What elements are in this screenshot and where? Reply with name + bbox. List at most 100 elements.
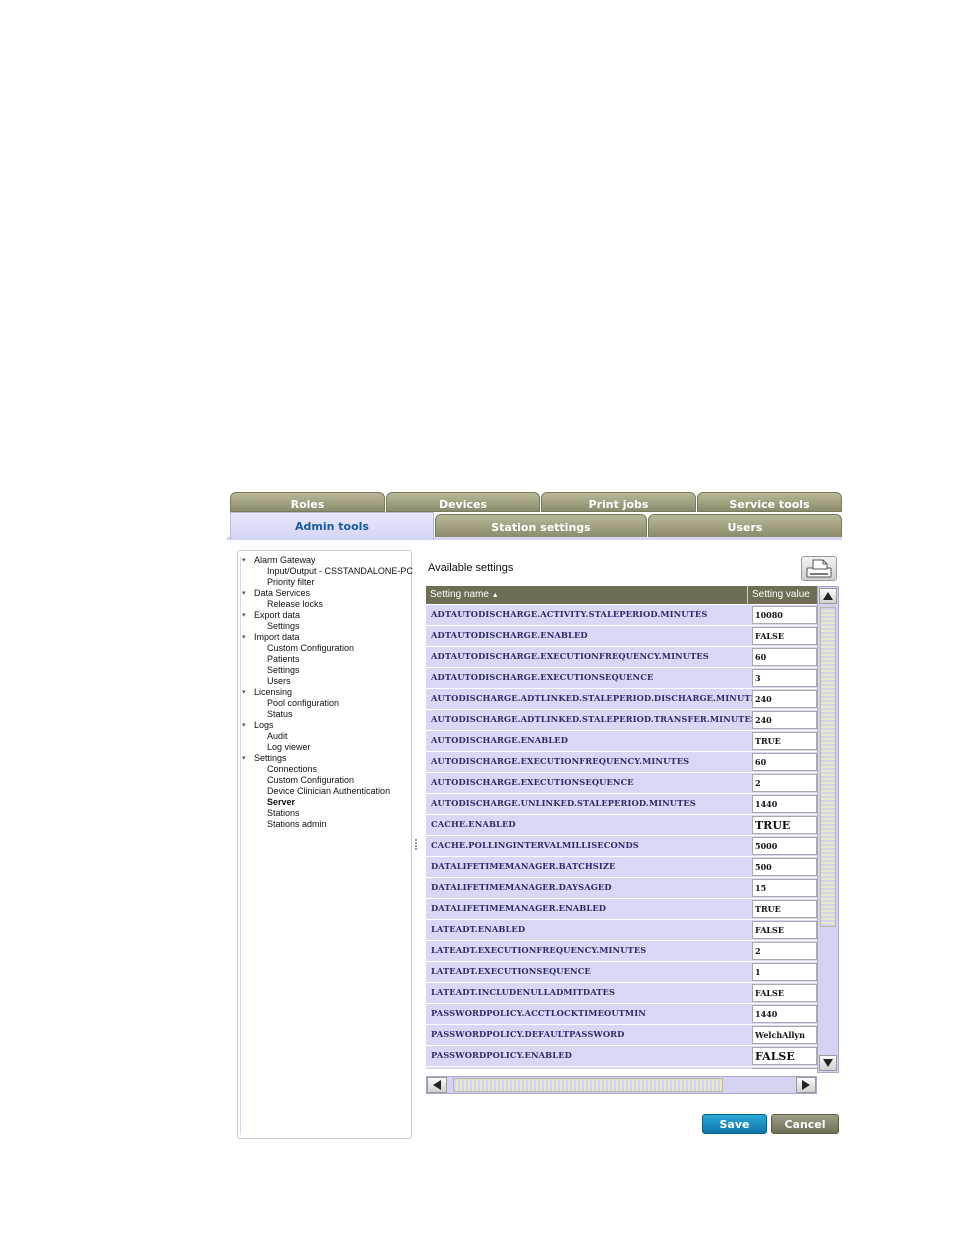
- table-row[interactable]: PASSWORDPOLICY.EXPIRATIONINDAYS90: [426, 1067, 817, 1069]
- expand-arrow-icon[interactable]: ▾: [242, 555, 252, 566]
- tree-item[interactable]: Stations admin: [242, 819, 413, 830]
- table-row[interactable]: AUTODISCHARGE.EXECUTIONFREQUENCY.MINUTES…: [426, 752, 817, 773]
- expand-arrow-icon[interactable]: ▾: [242, 753, 252, 764]
- tree-item[interactable]: Pool configuration: [242, 698, 413, 709]
- column-divider[interactable]: [747, 586, 748, 604]
- tree-group[interactable]: ▾ Alarm Gateway: [242, 555, 413, 566]
- scroll-up-button[interactable]: [819, 588, 837, 604]
- table-row[interactable]: LATEADT.EXECUTIONFREQUENCY.MINUTES 2: [426, 941, 817, 962]
- expand-arrow-icon[interactable]: ▾: [242, 610, 252, 621]
- tab-station-settings[interactable]: Station settings: [435, 514, 647, 538]
- tree-item[interactable]: Patients: [242, 654, 413, 665]
- setting-value-field[interactable]: 2: [752, 942, 817, 960]
- tree-group[interactable]: ▾ Logs: [242, 720, 413, 731]
- setting-value-field[interactable]: 2: [752, 774, 817, 792]
- tab-print-jobs[interactable]: Print jobs: [541, 492, 696, 512]
- setting-value-field[interactable]: 3: [752, 669, 817, 687]
- expand-arrow-icon[interactable]: ▾: [242, 588, 252, 599]
- tab-service-tools[interactable]: Service tools: [697, 492, 842, 512]
- tree-item[interactable]: Settings: [242, 665, 413, 676]
- table-row[interactable]: ADTAUTODISCHARGE.ACTIVITY.STALEPERIOD.MI…: [426, 605, 817, 626]
- scroll-down-button[interactable]: [819, 1055, 837, 1071]
- setting-value-field[interactable]: 15: [752, 879, 817, 897]
- vertical-scroll-thumb[interactable]: [820, 607, 836, 927]
- table-row[interactable]: AUTODISCHARGE.UNLINKED.STALEPERIOD.MINUT…: [426, 794, 817, 815]
- expand-arrow-icon[interactable]: ▾: [242, 632, 252, 643]
- tree-group[interactable]: ▾ Export data: [242, 610, 413, 621]
- tab-devices[interactable]: Devices: [386, 492, 540, 512]
- tree-item[interactable]: Users: [242, 676, 413, 687]
- table-row[interactable]: LATEADT.INCLUDENULLADMITDATES FALSE: [426, 983, 817, 1004]
- setting-value-field[interactable]: 240: [752, 711, 817, 729]
- tree-group[interactable]: ▾ Licensing: [242, 687, 413, 698]
- tree-item[interactable]: Stations: [242, 808, 413, 819]
- tree-item[interactable]: Audit: [242, 731, 413, 742]
- tree-item[interactable]: Custom Configuration: [242, 643, 413, 654]
- tree-item[interactable]: Connections: [242, 764, 413, 775]
- tree-item[interactable]: Input/Output - CSSTANDALONE-PC: [242, 566, 413, 577]
- setting-value-field[interactable]: 1: [752, 963, 817, 981]
- table-row[interactable]: LATEADT.ENABLED FALSE: [426, 920, 817, 941]
- table-row[interactable]: AUTODISCHARGE.ADTLINKED.STALEPERIOD.TRAN…: [426, 710, 817, 731]
- setting-value-field[interactable]: 240: [752, 690, 817, 708]
- setting-value-field[interactable]: TRUE: [752, 732, 817, 750]
- setting-value-field[interactable]: TRUE: [752, 816, 817, 834]
- tree-item[interactable]: Custom Configuration: [242, 775, 413, 786]
- tree-item[interactable]: Priority filter: [242, 577, 413, 588]
- table-row[interactable]: PASSWORDPOLICY.ACCTLOCKTIMEOUTMIN 1440: [426, 1004, 817, 1025]
- setting-value-field[interactable]: FALSE: [752, 627, 817, 645]
- setting-value-field[interactable]: 5000: [752, 837, 817, 855]
- table-row[interactable]: CACHE.ENABLED TRUE: [426, 815, 817, 836]
- scroll-left-button[interactable]: [427, 1077, 447, 1093]
- table-row[interactable]: LATEADT.EXECUTIONSEQUENCE 1: [426, 962, 817, 983]
- tree-group[interactable]: ▾ Data Services: [242, 588, 413, 599]
- tab-users[interactable]: Users: [648, 514, 842, 538]
- setting-value-field[interactable]: 90: [752, 1068, 817, 1069]
- setting-value-field[interactable]: 60: [752, 648, 817, 666]
- column-header-setting-name[interactable]: Setting name ▲: [430, 589, 499, 600]
- table-row[interactable]: CACHE.POLLINGINTERVALMILLISECONDS 5000: [426, 836, 817, 857]
- table-row[interactable]: ADTAUTODISCHARGE.EXECUTIONFREQUENCY.MINU…: [426, 647, 817, 668]
- setting-value-field[interactable]: FALSE: [752, 984, 817, 1002]
- column-header-setting-value[interactable]: Setting value: [752, 589, 810, 600]
- table-row[interactable]: ADTAUTODISCHARGE.EXECUTIONSEQUENCE 3: [426, 668, 817, 689]
- tree-group[interactable]: ▾ Import data: [242, 632, 413, 643]
- setting-value-field[interactable]: 10080: [752, 606, 817, 624]
- tree-item[interactable]: Settings: [242, 621, 413, 632]
- panel-splitter-handle[interactable]: [414, 838, 418, 854]
- tree-item[interactable]: Status: [242, 709, 413, 720]
- setting-value-field[interactable]: FALSE: [752, 921, 817, 939]
- table-row[interactable]: ADTAUTODISCHARGE.ENABLED FALSE: [426, 626, 817, 647]
- tree-item[interactable]: Device Clinician Authentication: [242, 786, 413, 797]
- table-row[interactable]: AUTODISCHARGE.EXECUTIONSEQUENCE 2: [426, 773, 817, 794]
- tree-item[interactable]: Log viewer: [242, 742, 413, 753]
- horizontal-scrollbar[interactable]: [426, 1076, 817, 1094]
- tab-roles[interactable]: Roles: [230, 492, 385, 512]
- expand-arrow-icon[interactable]: ▾: [242, 720, 252, 731]
- table-row[interactable]: DATALIFETIMEMANAGER.ENABLED TRUE: [426, 899, 817, 920]
- table-row[interactable]: PASSWORDPOLICY.DEFAULTPASSWORD WelchAllyn: [426, 1025, 817, 1046]
- setting-value-field[interactable]: 1440: [752, 795, 817, 813]
- setting-value-field[interactable]: 500: [752, 858, 817, 876]
- cancel-button[interactable]: Cancel: [771, 1114, 839, 1134]
- print-button[interactable]: [801, 556, 837, 581]
- setting-value-field[interactable]: 60: [752, 753, 817, 771]
- setting-value-field[interactable]: 1440: [752, 1005, 817, 1023]
- setting-value-field[interactable]: FALSE: [752, 1047, 817, 1065]
- expand-arrow-icon[interactable]: ▾: [242, 687, 252, 698]
- horizontal-scroll-thumb[interactable]: [453, 1078, 723, 1092]
- tree-item[interactable]: Server: [242, 797, 413, 808]
- tab-admin-tools[interactable]: Admin tools: [230, 512, 434, 540]
- setting-value-field[interactable]: WelchAllyn: [752, 1026, 817, 1044]
- table-row[interactable]: DATALIFETIMEMANAGER.BATCHSIZE 500: [426, 857, 817, 878]
- table-row[interactable]: DATALIFETIMEMANAGER.DAYSAGED 15: [426, 878, 817, 899]
- vertical-scrollbar[interactable]: [817, 586, 839, 1073]
- save-button[interactable]: Save: [702, 1114, 767, 1134]
- tree-item[interactable]: Release locks: [242, 599, 413, 610]
- tree-group[interactable]: ▾ Settings: [242, 753, 413, 764]
- table-row[interactable]: PASSWORDPOLICY.ENABLED FALSE: [426, 1046, 817, 1067]
- scroll-right-button[interactable]: [796, 1077, 816, 1093]
- table-row[interactable]: AUTODISCHARGE.ENABLED TRUE: [426, 731, 817, 752]
- setting-value-field[interactable]: TRUE: [752, 900, 817, 918]
- table-row[interactable]: AUTODISCHARGE.ADTLINKED.STALEPERIOD.DISC…: [426, 689, 817, 710]
